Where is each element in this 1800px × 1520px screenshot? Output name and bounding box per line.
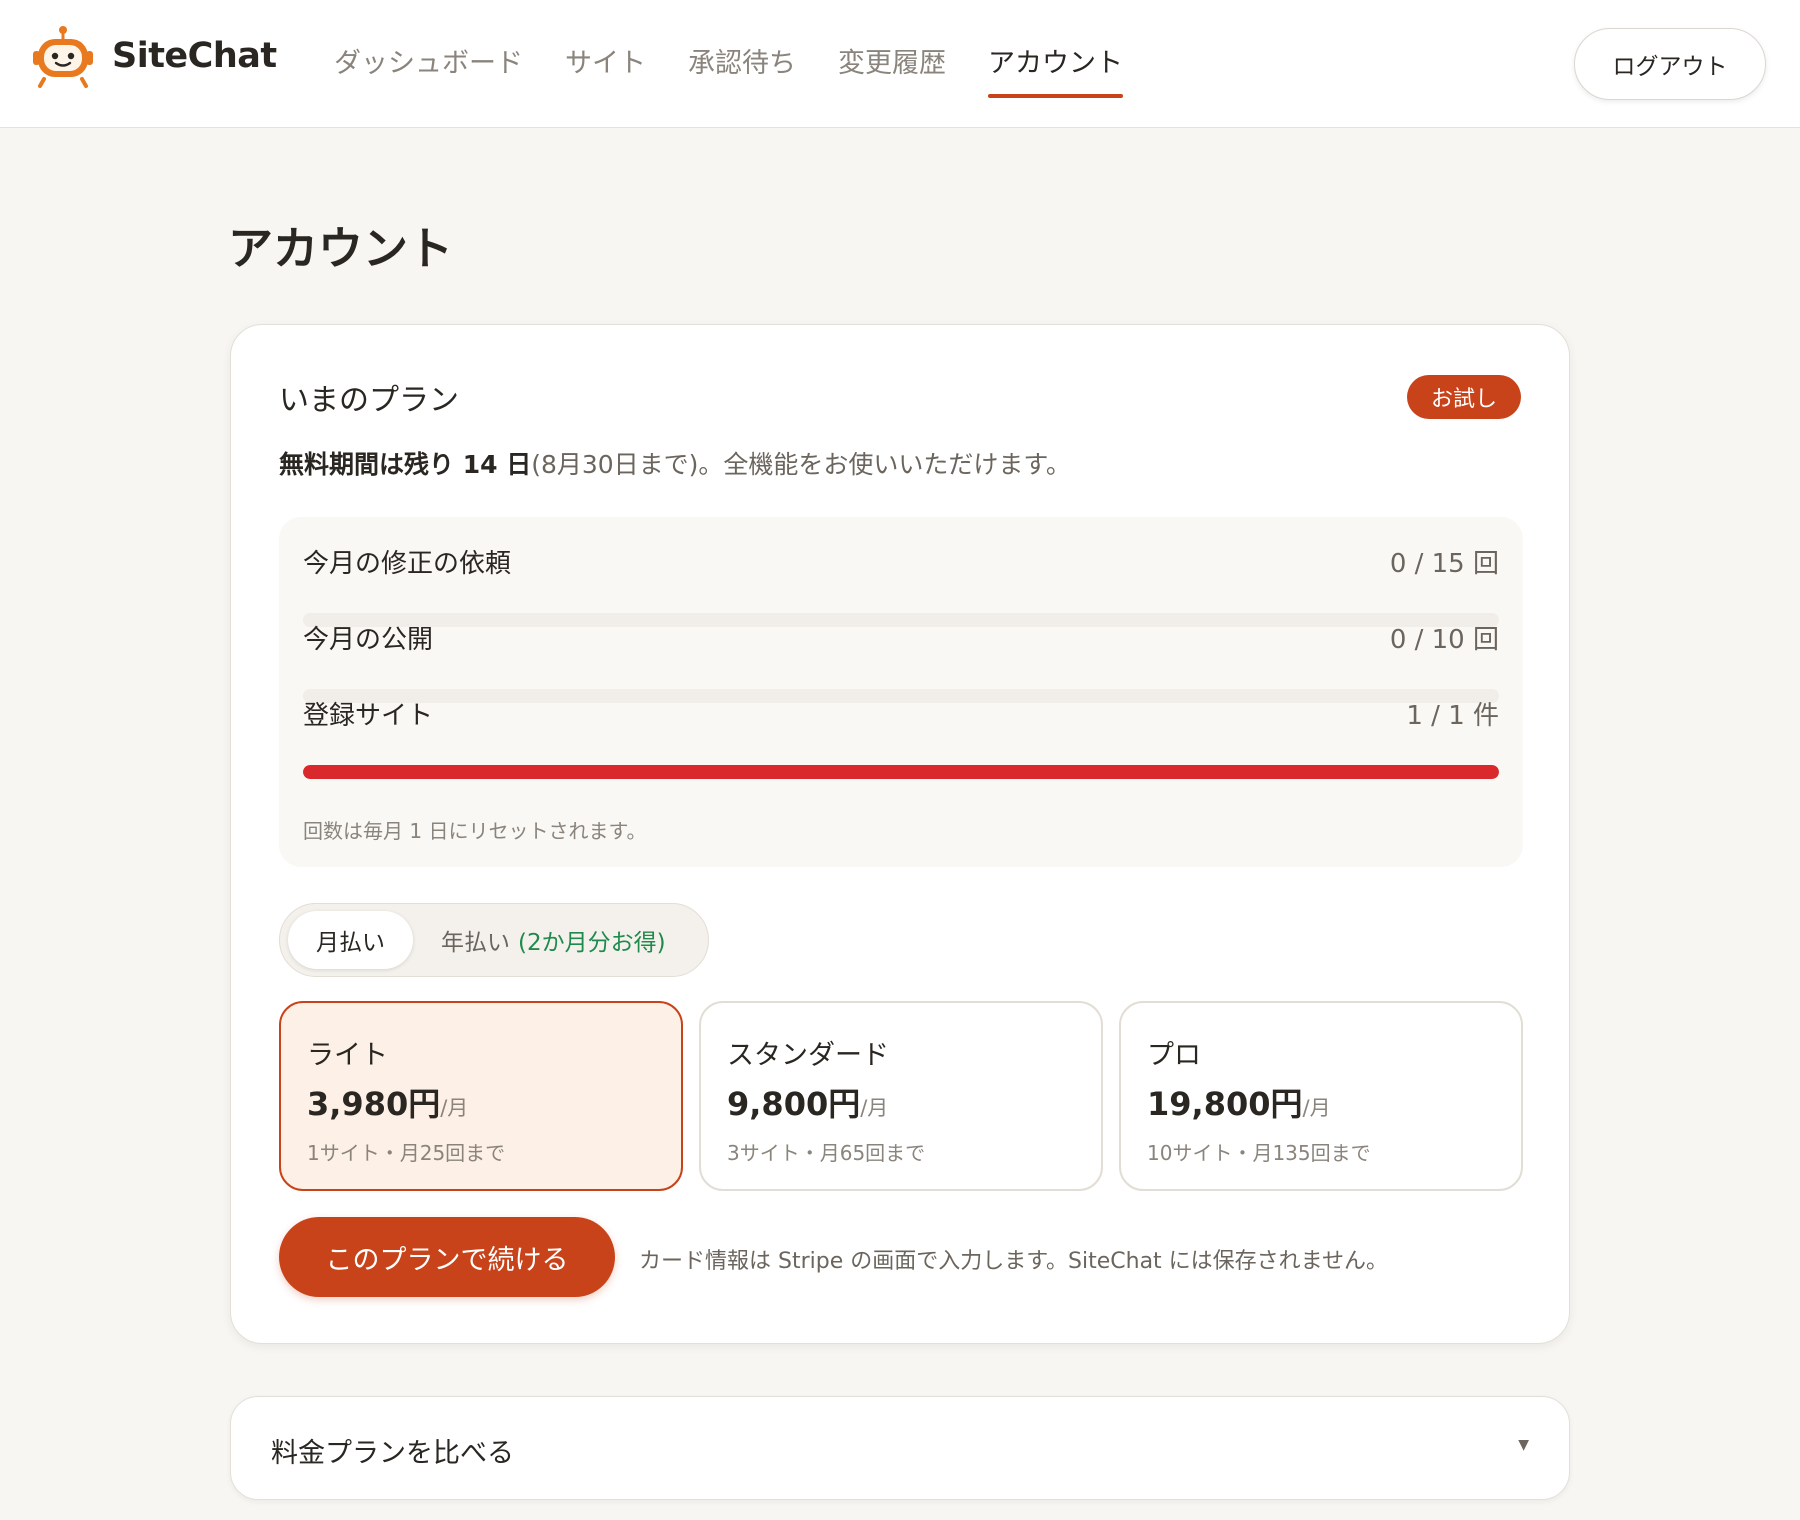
plan-price-amount: 9,800円 (727, 1085, 861, 1123)
nav-sites[interactable]: サイト (565, 0, 646, 128)
page-title: アカウント (228, 222, 454, 275)
nav-dashboard[interactable]: ダッシュボード (334, 0, 523, 128)
usage-progress-bar (303, 689, 1499, 703)
plan-name: ライト (307, 1040, 388, 1071)
nav-pending-approval[interactable]: 承認待ち (688, 0, 796, 128)
plan-price: 19,800円/月 (1147, 1079, 1331, 1125)
app-name: SiteChat (112, 36, 277, 76)
nav-account[interactable]: アカウント (988, 0, 1123, 128)
plan-price-period: /月 (1302, 1096, 1331, 1120)
plan-price: 3,980円/月 (307, 1079, 468, 1125)
plan-option-standard[interactable]: スタンダード 9,800円/月 3サイト・月65回まで (699, 1001, 1103, 1191)
logout-button[interactable]: ログアウト (1574, 28, 1766, 100)
plan-options: ライト 3,980円/月 1サイト・月25回まで スタンダード 9,800円/月… (279, 1001, 1523, 1191)
plan-price: 9,800円/月 (727, 1079, 888, 1125)
plan-name: プロ (1147, 1040, 1201, 1071)
plan-name: スタンダード (727, 1040, 889, 1071)
robot-logo-icon (33, 26, 93, 88)
yearly-savings-label: (2か月分お得) (518, 930, 666, 956)
usage-label: 今月の公開 (303, 625, 434, 655)
usage-progress-bar (303, 613, 1499, 627)
usage-label: 今月の修正の依頼 (303, 549, 512, 579)
usage-label: 登録サイト (303, 701, 434, 731)
billing-monthly-label: 月払い (316, 930, 385, 956)
billing-monthly-option[interactable]: 月払い (288, 911, 413, 969)
current-plan-card: いまのプラン お試し 無料期間は残り 14 日(8月30日まで)。全機能をお使い… (230, 324, 1570, 1344)
continue-with-plan-button[interactable]: このプランで続ける (279, 1217, 615, 1297)
plan-limits: 1サイト・月25回まで (307, 1141, 506, 1165)
current-plan-title: いまのプラン (279, 383, 459, 418)
top-header: SiteChat ダッシュボード サイト 承認待ち 変更履歴 アカウント ログア… (0, 0, 1800, 128)
usage-panel: 今月の修正の依頼 0 / 15 回 今月の公開 0 / 10 回 登録サイト 1… (279, 517, 1523, 867)
plan-price-amount: 19,800円 (1147, 1085, 1303, 1123)
billing-period-toggle: 月払い 年払い (2か月分お得) (279, 903, 709, 977)
plan-price-period: /月 (440, 1096, 469, 1120)
plan-limits: 3サイト・月65回まで (727, 1141, 926, 1165)
billing-yearly-label: 年払い (441, 930, 510, 956)
plan-limits: 10サイト・月135回まで (1147, 1141, 1371, 1165)
usage-progress-bar (303, 765, 1499, 779)
plan-option-lite[interactable]: ライト 3,980円/月 1サイト・月25回まで (279, 1001, 683, 1191)
main-nav: ダッシュボード サイト 承認待ち 変更履歴 アカウント (334, 0, 1165, 128)
usage-reset-note: 回数は毎月 1 日にリセットされます。 (303, 819, 647, 843)
app-logo[interactable]: SiteChat (30, 24, 277, 88)
trial-end-note: (8月30日まで)。全機能をお使いいただけます。 (531, 450, 1071, 479)
billing-yearly-option[interactable]: 年払い (2か月分お得) (413, 911, 694, 969)
usage-value: 0 / 15 回 (1389, 549, 1499, 579)
usage-value: 0 / 10 回 (1389, 625, 1499, 655)
nav-change-history[interactable]: 変更履歴 (838, 0, 946, 128)
plan-price-period: /月 (860, 1096, 889, 1120)
payment-note: カード情報は Stripe の画面で入力します。SiteChat には保存されま… (639, 1249, 1389, 1274)
trial-days-left: 無料期間は残り 14 日 (279, 450, 532, 479)
plan-price-amount: 3,980円 (307, 1085, 441, 1123)
plan-option-pro[interactable]: プロ 19,800円/月 10サイト・月135回まで (1119, 1001, 1523, 1191)
trial-badge: お試し (1406, 375, 1521, 419)
trial-status-text: 無料期間は残り 14 日(8月30日まで)。全機能をお使いいただけます。 (279, 445, 1071, 481)
usage-value: 1 / 1 件 (1406, 701, 1499, 731)
compare-plans-title: 料金プランを比べる (271, 1438, 514, 1469)
usage-progress-fill (303, 765, 1499, 779)
compare-plans-accordion[interactable]: 料金プランを比べる ▼ (230, 1396, 1570, 1500)
caret-down-icon: ▼ (1518, 1437, 1529, 1453)
